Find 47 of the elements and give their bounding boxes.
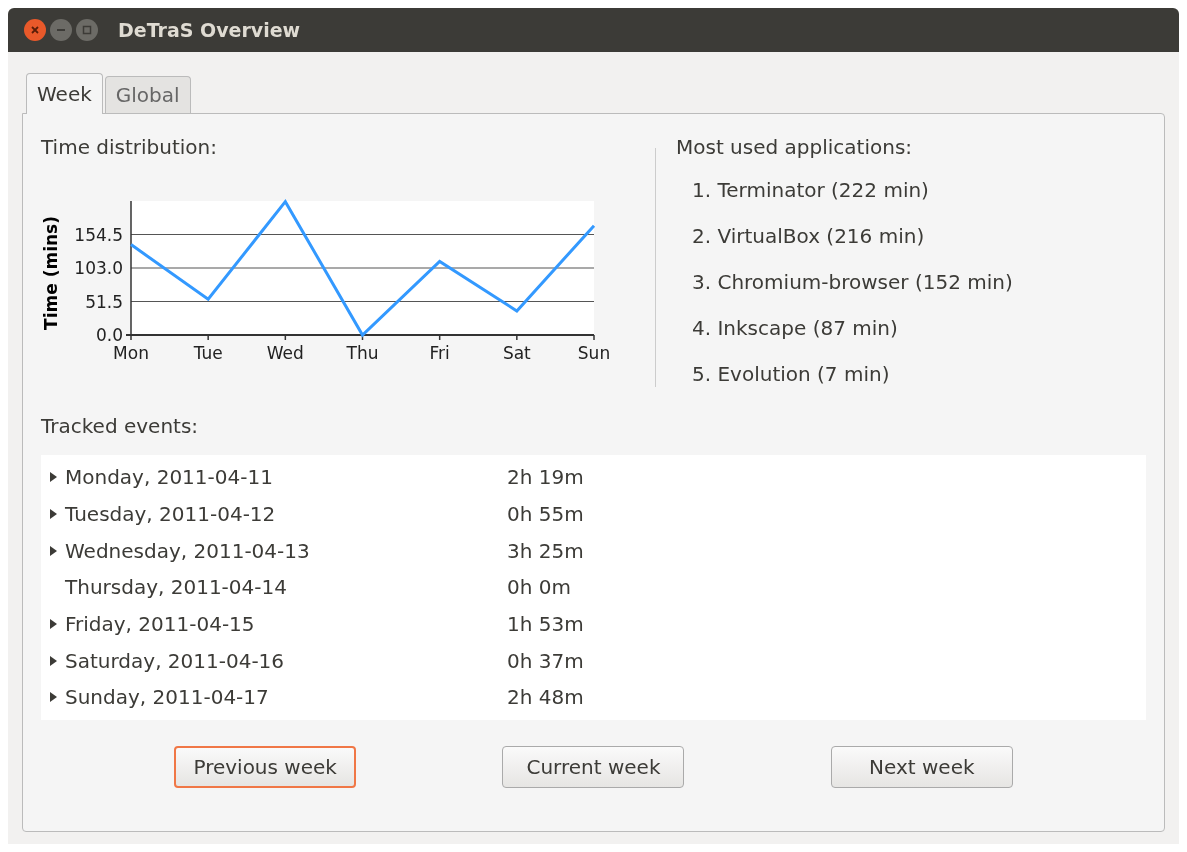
close-icon[interactable]: [24, 19, 46, 41]
event-day: Wednesday, 2011-04-13: [65, 535, 507, 566]
y-tick-label: 0.0: [95, 325, 123, 345]
x-tick-label: Mon: [113, 343, 149, 363]
event-day: Friday, 2011-04-15: [65, 609, 507, 640]
y-axis-label: Time (mins): [41, 216, 61, 330]
x-tick-label: Sat: [502, 343, 531, 363]
event-day: Monday, 2011-04-11: [65, 462, 507, 493]
event-day: Tuesday, 2011-04-12: [65, 499, 507, 530]
section-heading: Time distribution:: [41, 134, 218, 161]
x-tick-label: Wed: [266, 343, 304, 363]
week-button[interactable]: Next week: [830, 745, 1013, 788]
y-tick-label: 154.5: [74, 224, 123, 245]
event-duration: 2h 48m: [507, 684, 584, 712]
event-duration: 1h 53m: [507, 611, 584, 639]
app-usage-item: 2. VirtualBox (216 min): [692, 223, 926, 250]
event-duration: 2h 19m: [507, 464, 584, 492]
x-tick-label: Tue: [193, 343, 223, 363]
app-usage-item: 3. Chromium-browser (152 min): [692, 269, 1013, 296]
tab[interactable]: Week: [26, 73, 103, 114]
event-day: Saturday, 2011-04-16: [65, 645, 507, 676]
y-tick-label: 103.0: [74, 258, 123, 278]
tab[interactable]: Global: [104, 76, 191, 113]
window-title: DeTraS Overview: [118, 17, 301, 43]
app-usage-item: 4. Inkscape (87 min): [692, 315, 899, 342]
week-button[interactable]: Current week: [502, 745, 685, 788]
x-tick-label: Sun: [577, 343, 611, 363]
y-tick-label: 51.5: [85, 291, 123, 312]
section-heading: Tracked events:: [41, 413, 200, 440]
x-tick-label: Thu: [346, 343, 379, 363]
expander-icon[interactable]: [49, 509, 57, 520]
expander-icon[interactable]: [49, 545, 57, 556]
x-tick-label: Fri: [429, 343, 450, 363]
expander-icon[interactable]: [49, 655, 57, 666]
event-duration: 3h 25m: [507, 537, 584, 565]
app-usage-item: 5. Evolution (7 min): [692, 361, 891, 388]
expander-icon[interactable]: [49, 692, 57, 703]
section-heading: Most used applications:: [676, 134, 914, 161]
event-duration: 0h 37m: [507, 647, 584, 675]
app-usage-item: 1. Terminator (222 min): [692, 177, 930, 204]
event-duration: 0h 0m: [507, 574, 571, 602]
event-day: Sunday, 2011-04-17: [65, 682, 507, 713]
week-button[interactable]: Previous week: [174, 745, 357, 788]
expander-icon[interactable]: [49, 619, 57, 630]
expander-icon[interactable]: [49, 472, 57, 483]
event-day: Thursday, 2011-04-14: [65, 572, 507, 603]
event-duration: 0h 55m: [507, 501, 584, 529]
